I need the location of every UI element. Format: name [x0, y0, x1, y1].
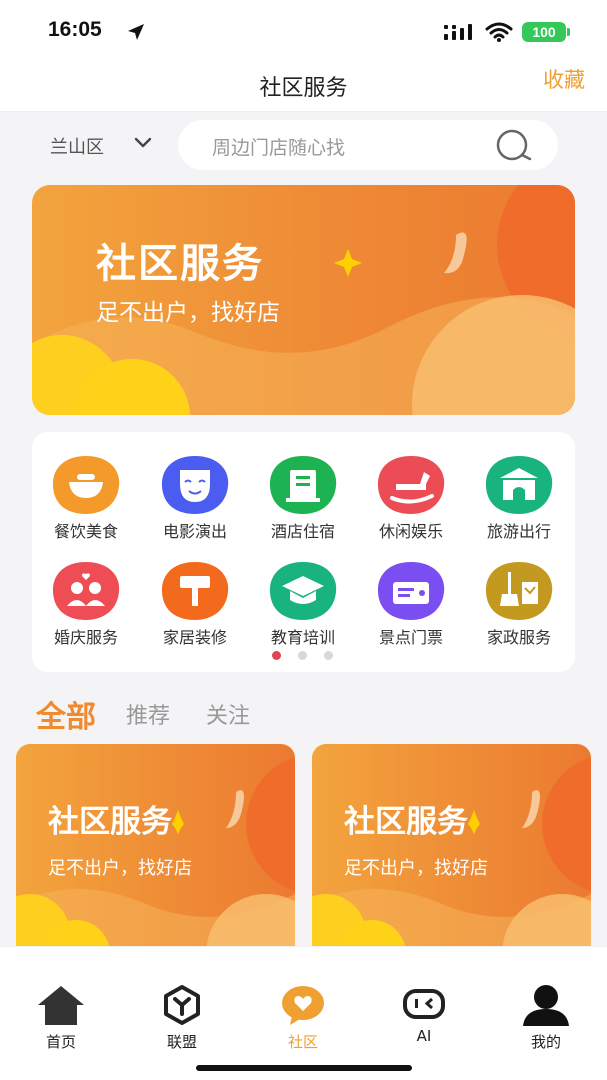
banner-title: 社区服务: [96, 241, 264, 287]
pager-dot[interactable]: [298, 651, 307, 660]
tab-label: 联盟: [166, 1033, 197, 1051]
page-title: 社区服务: [259, 76, 348, 101]
bottom-tab-bar: 首页 联盟 社区 AI 我的: [0, 946, 607, 1080]
category-item-wedding[interactable]: 婚庆服务: [36, 560, 136, 648]
tab-recommend[interactable]: 推荐: [126, 698, 170, 730]
signal-icon: [444, 24, 472, 40]
tab-ai[interactable]: AI: [379, 983, 469, 1045]
tab-label: 首页: [45, 1033, 76, 1051]
tab-follow[interactable]: 关注: [206, 698, 250, 730]
category-label: 景点门票: [378, 628, 443, 647]
category-label: 家居装修: [162, 628, 227, 647]
rocking-horse-icon: [377, 456, 445, 514]
alliance-icon: [164, 985, 200, 1025]
category-label: 休闲娱乐: [378, 522, 443, 541]
category-item-hotel[interactable]: 酒店住宿: [253, 454, 353, 542]
card-title: 社区服务: [48, 804, 172, 840]
district-selector[interactable]: 兰山区: [50, 133, 104, 159]
category-grid: 餐饮美食 电影演出 酒店住宿 休闲娱乐 旅游出行 婚庆服务 家居装修 教育培训 …: [32, 432, 575, 672]
status-time: 16:05: [48, 18, 102, 41]
feed-card[interactable]: 社区服务 足不出户，找好店: [16, 744, 295, 964]
category-item-home-decor[interactable]: 家居装修: [145, 560, 245, 648]
graduation-cap-icon: [269, 562, 337, 620]
tab-label: AI: [416, 1027, 432, 1045]
paint-roller-icon: [161, 562, 229, 620]
category-label: 教育培训: [270, 628, 335, 647]
ai-icon: [403, 989, 445, 1019]
nav-bar: 社区服务 收藏: [0, 62, 607, 112]
banner-subtitle: 足不出户，找好店: [96, 300, 280, 326]
category-label: 电影演出: [162, 522, 227, 541]
category-item-travel[interactable]: 旅游出行: [469, 454, 569, 542]
category-label: 旅游出行: [486, 522, 551, 541]
hero-banner[interactable]: 社区服务 足不出户，找好店: [32, 185, 575, 415]
category-item-leisure[interactable]: 休闲娱乐: [361, 454, 461, 542]
tab-all[interactable]: 全部: [36, 692, 96, 736]
pager-dot[interactable]: [272, 651, 281, 660]
feed-card[interactable]: 社区服务 足不出户，找好店: [312, 744, 591, 964]
tab-home[interactable]: 首页: [16, 983, 106, 1052]
pager-dot[interactable]: [324, 651, 333, 660]
category-item-housekeeping[interactable]: 家政服务: [469, 560, 569, 648]
community-icon: [282, 986, 324, 1025]
home-icon: [38, 986, 84, 1025]
category-label: 餐饮美食: [53, 522, 118, 541]
category-label: 婚庆服务: [53, 628, 118, 647]
category-label: 酒店住宿: [270, 522, 335, 541]
favorite-button[interactable]: 收藏: [543, 64, 585, 94]
tab-label: 我的: [530, 1033, 561, 1051]
tab-alliance[interactable]: 联盟: [137, 983, 227, 1052]
battery-indicator: 100: [522, 22, 566, 42]
card-title: 社区服务: [344, 804, 468, 840]
ticket-icon: [377, 562, 445, 620]
bowl-icon: [52, 456, 120, 514]
category-label: 家政服务: [486, 628, 551, 647]
location-arrow-icon: [128, 24, 144, 40]
hotel-icon: [269, 456, 337, 514]
tab-label: 社区: [287, 1033, 318, 1051]
search-placeholder: 周边门店随心找: [212, 137, 346, 159]
search-input[interactable]: 周边门店随心找: [178, 120, 558, 170]
gate-icon: [485, 456, 553, 514]
card-subtitle: 足不出户，找好店: [48, 858, 192, 879]
search-icon[interactable]: [494, 129, 536, 163]
chevron-down-icon[interactable]: [134, 136, 152, 150]
card-subtitle: 足不出户，找好店: [344, 858, 488, 879]
category-item-food[interactable]: 餐饮美食: [36, 454, 136, 542]
mask-icon: [161, 456, 229, 514]
profile-icon: [523, 985, 569, 1026]
category-item-movies[interactable]: 电影演出: [145, 454, 245, 542]
couple-icon: [52, 562, 120, 620]
broom-icon: [485, 562, 553, 620]
wifi-icon: [485, 22, 513, 42]
category-item-tickets[interactable]: 景点门票: [361, 560, 461, 648]
status-bar: 16:05 100: [0, 0, 607, 62]
tab-community[interactable]: 社区: [258, 983, 348, 1052]
battery-tip: [567, 28, 570, 36]
category-item-education[interactable]: 教育培训: [253, 560, 353, 648]
home-indicator: [196, 1065, 412, 1071]
tab-profile[interactable]: 我的: [501, 983, 591, 1052]
